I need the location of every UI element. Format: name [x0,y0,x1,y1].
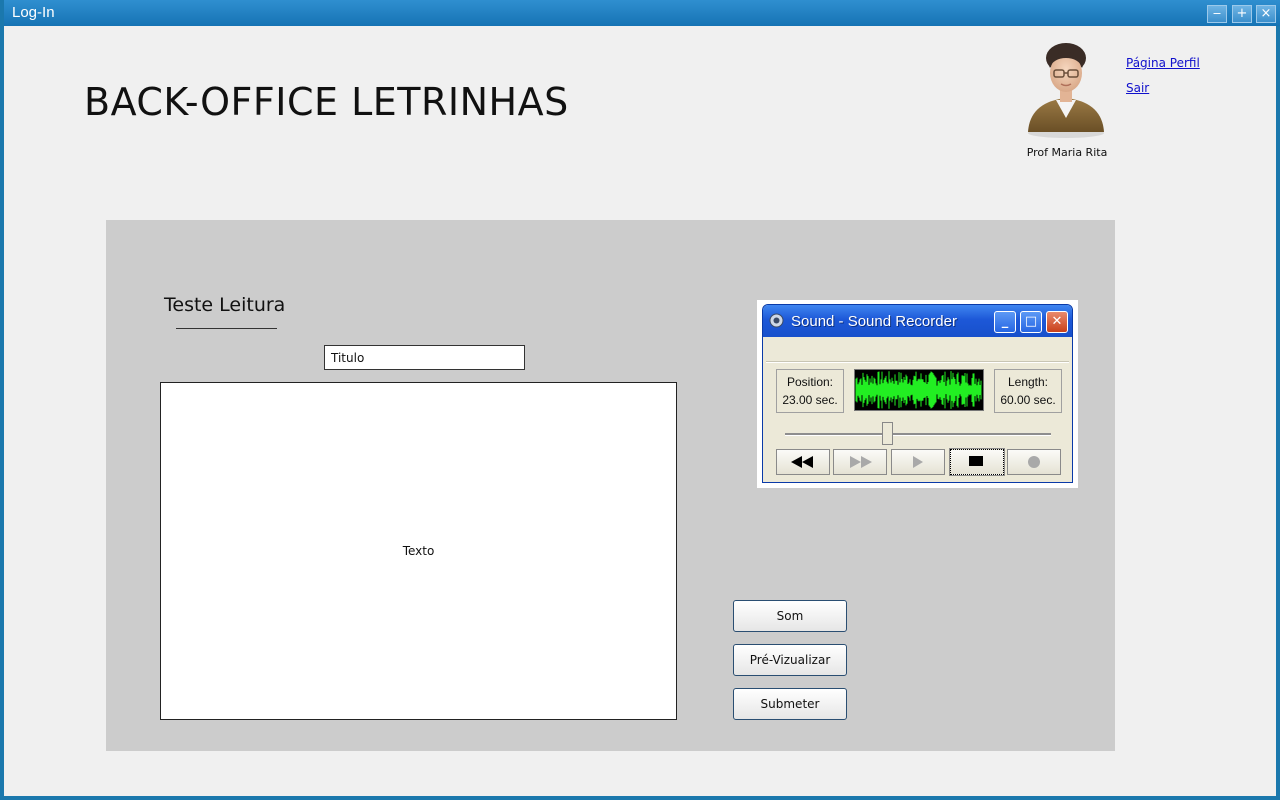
fast-forward-icon [850,456,872,468]
preview-button[interactable]: Pré-Vizualizar [733,644,847,676]
rewind-icon [791,456,813,468]
page-title: BACK-OFFICE LETRINHAS [84,80,569,124]
recorder-maximize-button[interactable]: □ [1020,311,1042,333]
text-input-placeholder: Texto [402,544,435,558]
sound-recorder-title: Sound - Sound Recorder [791,313,957,330]
stop-icon [969,456,983,466]
position-slider-track[interactable] [785,433,1051,436]
section-title: Teste Leitura [164,294,286,316]
length-readout: Length: 60.00 sec. [994,369,1062,413]
app-window: Log-In ‒ + × BACK-OFFICE LETRINHAS Prof … [0,0,1280,800]
user-name: Prof Maria Rita [1026,146,1108,159]
play-button[interactable] [891,449,945,475]
recorder-minimize-button[interactable]: _ [994,311,1016,333]
fast-forward-button[interactable] [833,449,887,475]
position-slider-thumb[interactable] [881,422,893,445]
record-button[interactable] [1007,449,1061,475]
title-bar: Log-In ‒ + × [4,0,1280,26]
sound-recorder-titlebar: Sound - Sound Recorder _ □ ✕ [763,305,1072,337]
recorder-close-button[interactable]: ✕ [1046,311,1068,333]
close-button[interactable]: × [1256,5,1276,23]
window-title: Log-In [12,4,55,21]
play-icon [913,456,923,468]
user-avatar-icon [1028,43,1104,138]
text-input[interactable]: Texto [160,382,677,720]
profile-link[interactable]: Página Perfil [1126,56,1200,70]
submit-button[interactable]: Submeter [733,688,847,720]
rewind-button[interactable] [776,449,830,475]
length-value: 60.00 sec. [1000,393,1056,407]
record-icon [1028,456,1040,468]
position-label: Position: [786,375,834,389]
position-readout: Position: 23.00 sec. [776,369,844,413]
maximize-button[interactable]: + [1232,5,1252,23]
minimize-button[interactable]: ‒ [1207,5,1227,23]
logout-link[interactable]: Sair [1126,81,1149,95]
length-label: Length: [1007,375,1049,389]
sound-button[interactable]: Som [733,600,847,632]
speaker-icon [769,313,784,328]
position-value: 23.00 sec. [782,393,838,407]
sound-recorder-window: Sound - Sound Recorder _ □ ✕ Position: 2… [757,300,1078,488]
stop-button[interactable] [949,448,1005,476]
waveform-icon [855,371,982,409]
waveform-display [854,369,984,411]
recorder-menu-separator [766,361,1069,363]
title-input[interactable]: Titulo [324,345,525,370]
sound-recorder-frame: Sound - Sound Recorder _ □ ✕ Position: 2… [762,304,1073,483]
section-title-underline [176,328,277,329]
